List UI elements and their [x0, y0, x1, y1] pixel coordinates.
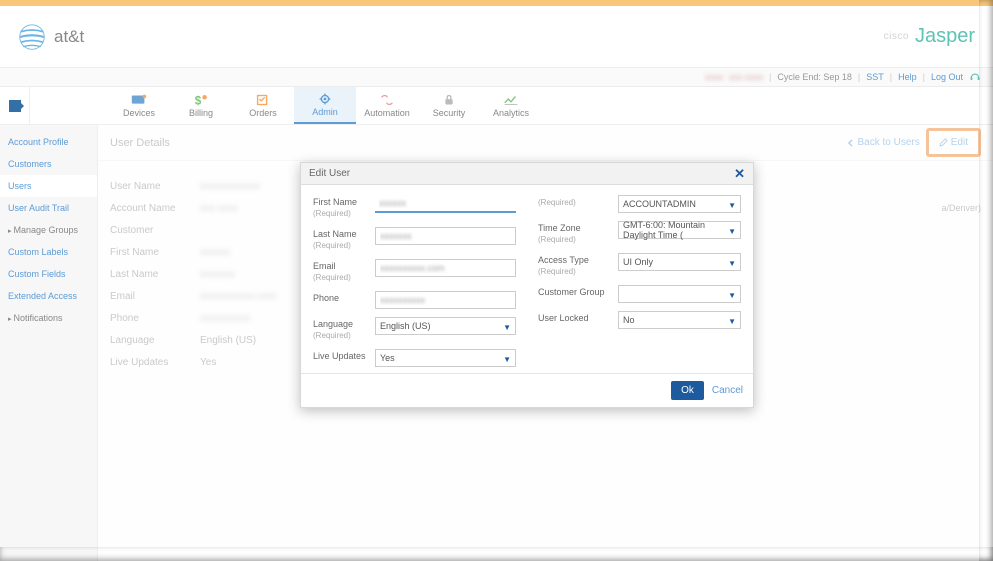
first-name-input[interactable] — [375, 195, 516, 213]
nav-security[interactable]: Security — [418, 87, 480, 124]
sidebar-item-manage-groups[interactable]: Manage Groups — [0, 219, 97, 241]
customer-group-select[interactable]: ▼ — [618, 285, 741, 303]
phone-label: Phone — [313, 293, 339, 303]
billing-icon: $ — [192, 93, 210, 107]
ok-button[interactable]: Ok — [671, 381, 704, 400]
lock-icon — [440, 93, 458, 107]
nav-automation[interactable]: Automation — [356, 87, 418, 124]
live-updates-label: Live Updates — [313, 351, 366, 361]
edit-user-modal: Edit User ✕ First Name (Required) Last Na… — [300, 162, 754, 408]
orders-icon — [254, 93, 272, 107]
utility-bar: xxxx xxx xxxx | Cycle End: Sep 18 | SST … — [0, 67, 993, 87]
sidebar-item-account-profile[interactable]: Account Profile — [0, 131, 97, 153]
att-globe-icon — [18, 23, 46, 51]
support-headset-icon[interactable] — [969, 71, 981, 83]
nav-billing[interactable]: $ Billing — [170, 87, 232, 124]
sst-link[interactable]: SST — [866, 72, 884, 82]
chevron-down-icon: ▼ — [728, 317, 736, 326]
sidebar-item-notifications[interactable]: Notifications — [0, 307, 97, 329]
chevron-down-icon: ▼ — [503, 355, 511, 364]
live-updates-select[interactable]: Yes▼ — [375, 349, 516, 367]
chevron-down-icon: ▼ — [728, 227, 736, 236]
role-required: (Required) — [538, 197, 610, 208]
cancel-button[interactable]: Cancel — [712, 385, 743, 396]
chevron-down-icon: ▼ — [728, 201, 736, 210]
logout-link[interactable]: Log Out — [931, 72, 963, 82]
nav-devices[interactable]: Devices — [108, 87, 170, 124]
admin-gear-icon — [316, 92, 334, 106]
nav-admin[interactable]: Admin — [294, 87, 356, 124]
main-nav: Devices $ Billing Orders Admin Automatio… — [0, 87, 993, 125]
cycle-end: Cycle End: Sep 18 — [777, 72, 852, 82]
modal-close-icon[interactable]: ✕ — [734, 166, 745, 182]
phone-input[interactable] — [375, 291, 516, 309]
last-name-input[interactable] — [375, 227, 516, 245]
topline-blur-b: xxx xxxx — [729, 72, 763, 82]
automation-icon — [378, 93, 396, 107]
time-zone-select[interactable]: GMT-6:00: Mountain Daylight Time (▼ — [618, 221, 741, 239]
sidebar-item-user-audit-trail[interactable]: User Audit Trail — [0, 197, 97, 219]
admin-sidebar: Account Profile Customers Users User Aud… — [0, 125, 98, 561]
sidebar-item-customers[interactable]: Customers — [0, 153, 97, 175]
first-name-label: First Name — [313, 197, 357, 207]
sidebar-item-users[interactable]: Users — [0, 175, 97, 197]
user-locked-label: User Locked — [538, 313, 589, 323]
devices-icon — [130, 93, 148, 107]
chevron-down-icon: ▼ — [728, 259, 736, 268]
language-select[interactable]: English (US)▼ — [375, 317, 516, 335]
nav-orders[interactable]: Orders — [232, 87, 294, 124]
brand-name: at&t — [54, 27, 84, 47]
partner-prefix: cisco — [884, 31, 909, 42]
sidebar-item-custom-fields[interactable]: Custom Fields — [0, 263, 97, 285]
last-name-label: Last Name — [313, 229, 357, 239]
email-input[interactable] — [375, 259, 516, 277]
access-type-label: Access Type — [538, 255, 589, 265]
language-label: Language — [313, 319, 353, 329]
modal-title: Edit User — [309, 168, 734, 179]
nav-analytics[interactable]: Analytics — [480, 87, 542, 124]
customer-group-label: Customer Group — [538, 287, 605, 297]
user-locked-select[interactable]: No▼ — [618, 311, 741, 329]
partner-name: Jasper — [915, 25, 975, 48]
email-label: Email — [313, 261, 336, 271]
help-link[interactable]: Help — [898, 72, 917, 82]
analytics-icon — [502, 93, 520, 107]
sidebar-item-extended-access[interactable]: Extended Access — [0, 285, 97, 307]
brand-header: at&t cisco Jasper — [0, 6, 993, 67]
role-select[interactable]: ACCOUNTADMIN▼ — [618, 195, 741, 213]
sidebar-toggle[interactable] — [0, 87, 30, 124]
time-zone-label: Time Zone — [538, 223, 581, 233]
sidebar-item-custom-labels[interactable]: Custom Labels — [0, 241, 97, 263]
topline-blur-a: xxxx — [705, 72, 723, 82]
access-type-select[interactable]: UI Only▼ — [618, 253, 741, 271]
svg-text:$: $ — [195, 95, 202, 108]
chevron-down-icon: ▼ — [503, 323, 511, 332]
chevron-down-icon: ▼ — [728, 291, 736, 300]
